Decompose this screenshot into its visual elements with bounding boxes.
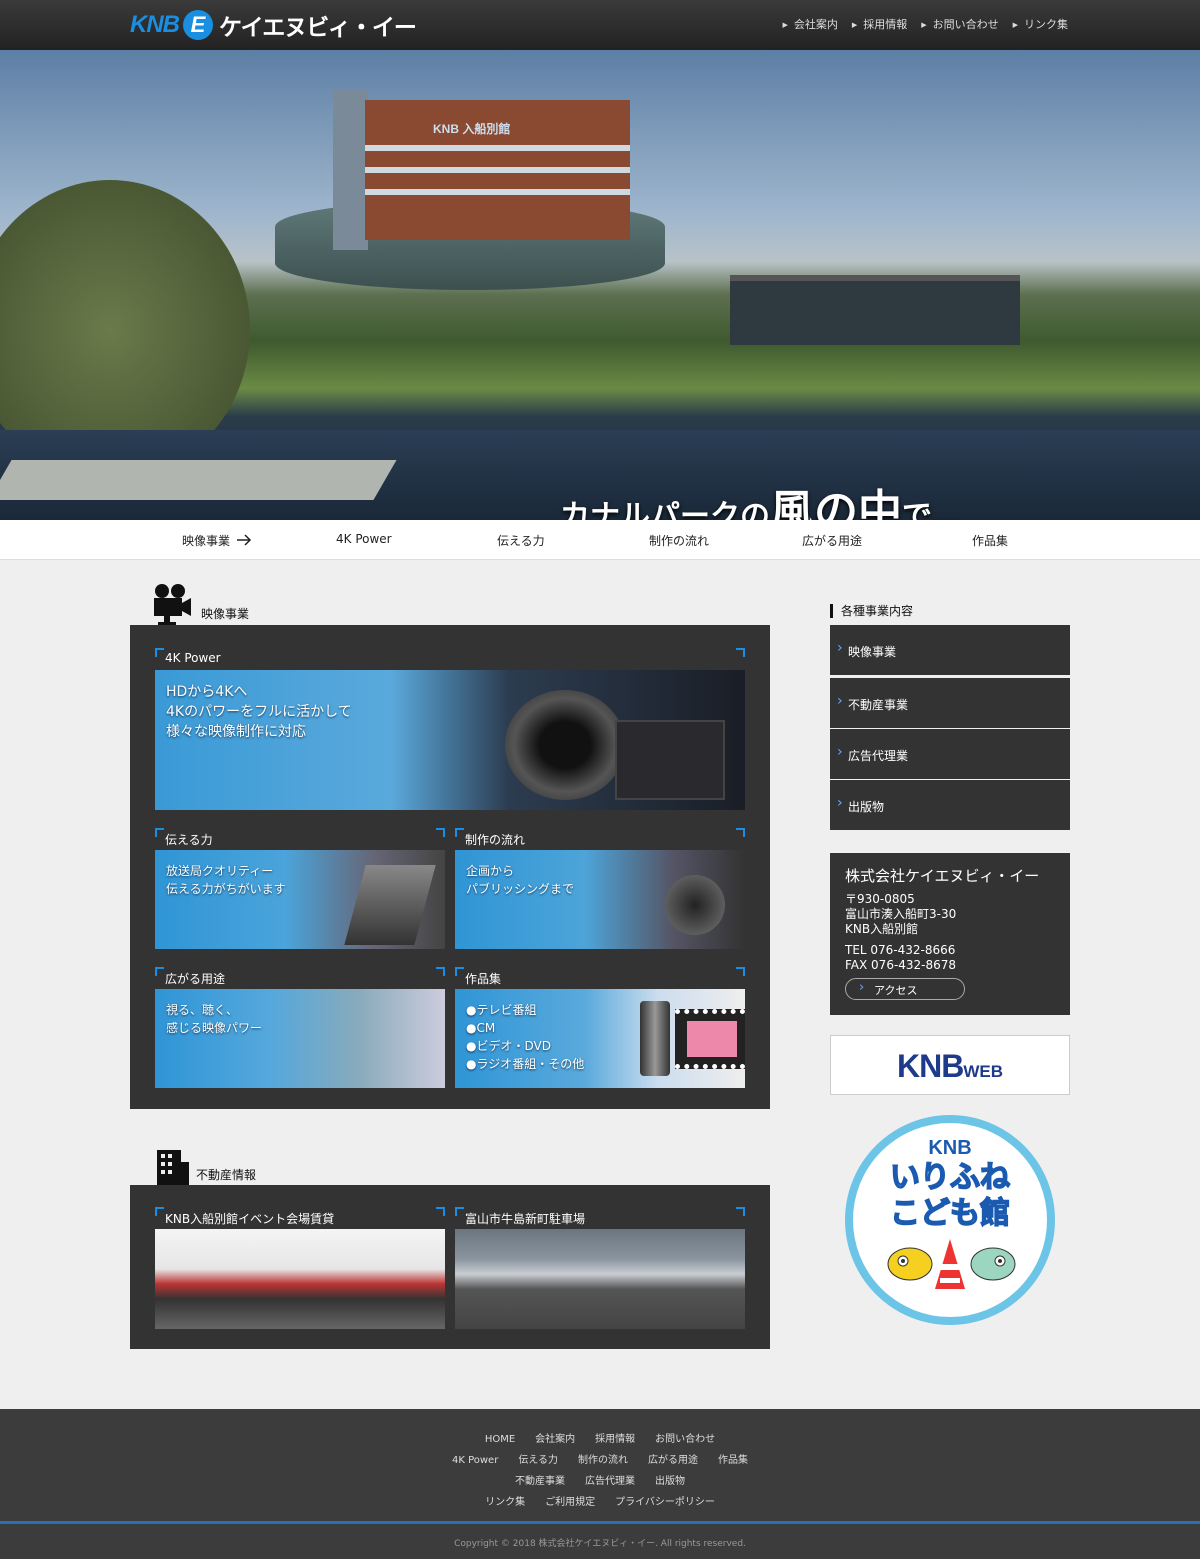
top-nav-recruit[interactable]: 採用情報: [852, 16, 907, 32]
logo-e-mark: E: [183, 10, 213, 40]
card-event-hall[interactable]: KNB入船別館イベント会場賃貸: [155, 1207, 445, 1329]
card-label: 4K Power: [165, 651, 221, 665]
section-nav-usage[interactable]: 広がる用途: [802, 532, 862, 549]
card-power[interactable]: 伝える力 放送局クオリティー 伝える力がちがいます: [155, 828, 445, 949]
section-nav-video[interactable]: 映像事業: [182, 532, 230, 549]
site-header: KNB E ケイエヌビィ・イー 会社案内 採用情報 お問い合わせ リンク集: [0, 0, 1200, 50]
kids-line1: いりふね: [889, 1159, 1011, 1196]
footer-row-4: リンク集 ご利用規定 プライバシーポリシー: [0, 1493, 1200, 1508]
footer-row-1: HOME 会社案内 採用情報 お問い合わせ: [0, 1430, 1200, 1445]
event-hall-image: [155, 1229, 445, 1329]
knbweb-web: WEB: [963, 1062, 1003, 1081]
footer-link-company[interactable]: 会社案内: [535, 1434, 575, 1445]
card-text: 放送局クオリティー 伝える力がちがいます: [166, 864, 286, 896]
video-panel: 4K Power HDから4Kへ 4Kのパワーをフルに活かして 様々な映像制作に対応…: [130, 625, 770, 1109]
catch-post: で…: [902, 499, 962, 520]
card-label: 伝える力: [165, 833, 213, 847]
footer-link-works[interactable]: 作品集: [718, 1455, 748, 1466]
section-nav-works[interactable]: 作品集: [972, 532, 1008, 549]
card-works[interactable]: 作品集 ●テレビ番組 ●CM ●ビデオ・DVD ●ラジオ番組・その他: [455, 967, 745, 1088]
footer-link-home[interactable]: HOME: [485, 1434, 515, 1445]
card-text: ●テレビ番組 ●CM ●ビデオ・DVD ●ラジオ番組・その他: [466, 1003, 585, 1071]
card-label: 富山市牛島新町駐車場: [465, 1212, 586, 1226]
video-section-title: 映像事業: [201, 607, 250, 621]
company-fax: FAX 076-432-8678: [845, 958, 957, 972]
footer-link-contact[interactable]: お問い合わせ: [655, 1434, 715, 1445]
site-logo[interactable]: KNB E ケイエヌビィ・イー: [130, 10, 417, 41]
card-text: HDから4Kへ 4Kのパワーをフルに活かして 様々な映像制作に対応: [166, 684, 352, 740]
hero-pier: [0, 460, 397, 500]
section-nav-4k[interactable]: 4K Power: [336, 532, 392, 546]
footer-link-usage[interactable]: 広がる用途: [648, 1455, 698, 1466]
building-icon: [157, 1150, 189, 1185]
company-zip: 〒930-0805: [845, 892, 915, 906]
card-usage[interactable]: 広がる用途 視る、聴く、 感じる映像パワー: [155, 967, 445, 1088]
footer-link-privacy[interactable]: プライバシーポリシー: [615, 1497, 715, 1508]
side-title: 各種事業内容: [830, 604, 913, 618]
footer-link-realestate[interactable]: 不動産事業: [515, 1476, 565, 1487]
kids-line2: こども館: [889, 1195, 1011, 1232]
side-menu-publications[interactable]: 出版物: [830, 780, 1070, 830]
section-nav-power[interactable]: 伝える力: [497, 532, 545, 549]
hero-cafe: [730, 275, 1020, 345]
card-4k-power[interactable]: 4K Power HDから4Kへ 4Kのパワーをフルに活かして 様々な映像制作に対応: [155, 648, 745, 810]
footer-link-advertising[interactable]: 広告代理業: [585, 1476, 635, 1487]
copyright: Copyright © 2018 株式会社ケイエヌビィ・イー. All righ…: [454, 1539, 746, 1549]
card-text: 企画から パブリッシングまで: [466, 864, 575, 896]
card-text: 視る、聴く、 感じる映像パワー: [166, 1003, 263, 1035]
knbweb-knb: KNB: [897, 1048, 964, 1084]
footer-link-recruit[interactable]: 採用情報: [595, 1434, 635, 1445]
logo-company-name: ケイエヌビィ・イー: [219, 15, 417, 41]
top-nav: 会社案内 採用情報 お問い合わせ リンク集: [782, 16, 1068, 32]
footer-link-links[interactable]: リンク集: [485, 1497, 525, 1508]
card-label: 作品集: [465, 972, 502, 986]
top-nav-contact[interactable]: お問い合わせ: [921, 16, 999, 32]
footer-link-flow[interactable]: 制作の流れ: [578, 1455, 628, 1466]
arrow-right-icon: [237, 534, 252, 546]
footer-link-publications[interactable]: 出版物: [655, 1476, 685, 1487]
logo-knb: KNB: [130, 11, 180, 38]
realestate-panel: KNB入船別館イベント会場賃貸 富山市牛島新町駐車場: [130, 1185, 770, 1349]
parking-image: [455, 1229, 745, 1329]
company-building: KNB入船別館: [845, 922, 919, 936]
top-nav-company[interactable]: 会社案内: [782, 16, 838, 32]
company-address: 富山市湊入船町3-30: [845, 907, 957, 921]
company-name: 株式会社ケイエヌビィ・イー: [845, 867, 1040, 885]
irifune-kids-banner[interactable]: KNB いりふね こども館: [845, 1115, 1055, 1325]
access-button[interactable]: アクセス: [845, 978, 965, 1000]
company-info: 株式会社ケイエヌビィ・イー 〒930-0805 富山市湊入船町3-30 KNB入…: [830, 853, 1070, 1015]
section-nav-flow[interactable]: 制作の流れ: [649, 532, 709, 549]
hero-image: KNB 入船別館 カナルパークの風の中で…: [0, 50, 1200, 520]
section-nav: 映像事業 4K Power 伝える力 制作の流れ 広がる用途 作品集: [0, 520, 1200, 560]
video-camera-icon: [154, 584, 191, 625]
hero-building-windows: [365, 145, 630, 151]
side-menu-realestate[interactable]: 不動産事業: [830, 678, 1070, 728]
hero-catchphrase: カナルパークの風の中で…: [560, 475, 962, 520]
kids-knb: KNB: [928, 1137, 972, 1159]
card-label: 制作の流れ: [465, 833, 526, 847]
hero-building-sign: KNB 入船別館: [433, 122, 511, 136]
knbweb-banner[interactable]: KNBWEB: [830, 1035, 1070, 1095]
fish-lighthouse-icon: [887, 1239, 1016, 1289]
side-menu-advertising[interactable]: 広告代理業: [830, 729, 1070, 779]
catch-big: 風の中: [770, 486, 902, 520]
card-label: KNB入船別館イベント会場賃貸: [165, 1212, 335, 1226]
footer-divider: [0, 1521, 1200, 1524]
footer-link-4k[interactable]: 4K Power: [452, 1455, 498, 1466]
company-tel: TEL 076-432-8666: [845, 943, 956, 957]
side-menu-video[interactable]: 映像事業: [830, 625, 1070, 675]
card-parking[interactable]: 富山市牛島新町駐車場: [455, 1207, 745, 1329]
card-flow[interactable]: 制作の流れ 企画から パブリッシングまで: [455, 828, 745, 949]
catch-pre: カナルパークの: [560, 499, 770, 520]
footer-link-terms[interactable]: ご利用規定: [545, 1497, 595, 1508]
realestate-section-title: 不動産情報: [196, 1168, 257, 1182]
card-label: 広がる用途: [165, 972, 226, 986]
footer-row-2: 4K Power 伝える力 制作の流れ 広がる用途 作品集: [0, 1451, 1200, 1466]
footer-link-power[interactable]: 伝える力: [518, 1455, 558, 1466]
footer-row-3: 不動産事業 広告代理業 出版物: [0, 1472, 1200, 1487]
hero-tower: [333, 90, 368, 250]
top-nav-links[interactable]: リンク集: [1013, 16, 1068, 32]
